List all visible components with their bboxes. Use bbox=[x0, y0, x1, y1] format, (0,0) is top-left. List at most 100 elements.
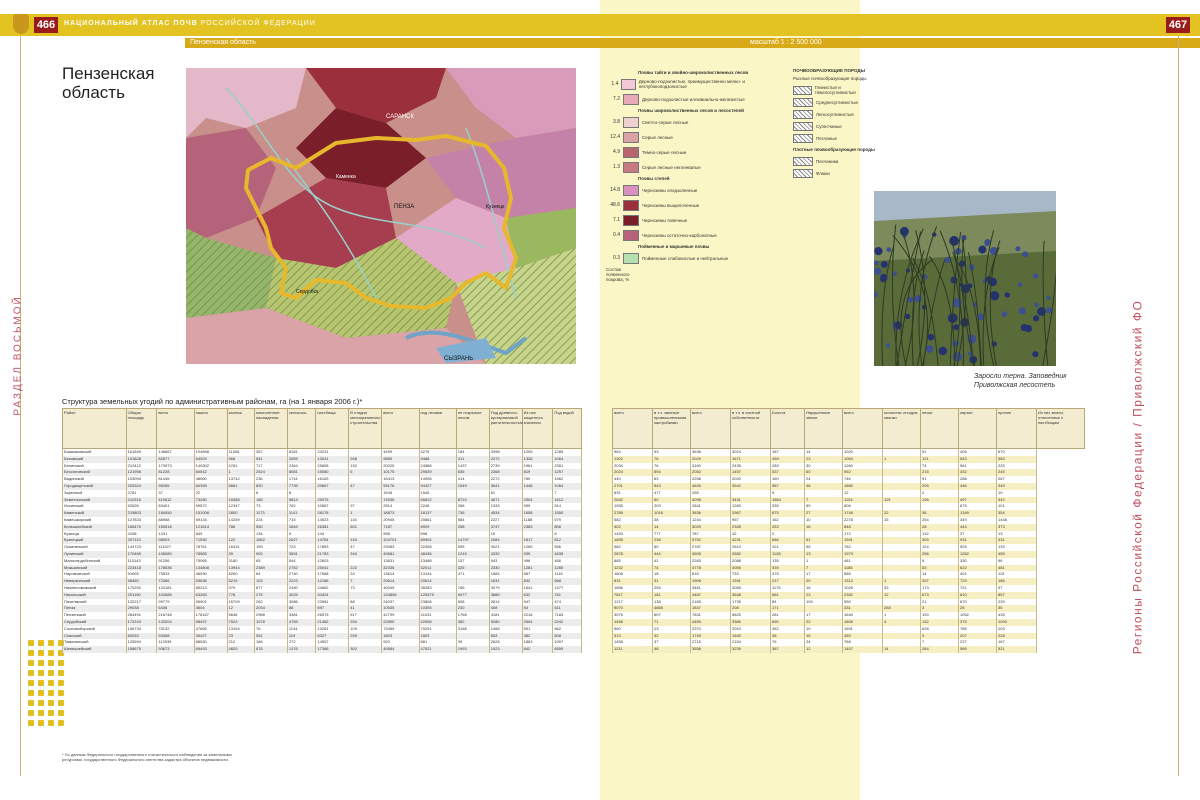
table-cell: 746 bbox=[842, 476, 883, 483]
table-cell: 124181 bbox=[156, 584, 195, 592]
table-cell: 5661 bbox=[226, 482, 255, 490]
table-cell: 207113 bbox=[125, 537, 158, 545]
table-cell: 75533 bbox=[156, 571, 195, 579]
table-cell: 3 bbox=[920, 632, 959, 640]
legend-swatch bbox=[623, 131, 639, 143]
table-cell: 411 bbox=[455, 455, 490, 463]
table-cell: 444 bbox=[958, 523, 997, 531]
table-cell: 12186 bbox=[315, 578, 350, 585]
table-cell: 42799 bbox=[381, 612, 420, 619]
table-cell: 1188 bbox=[521, 516, 554, 524]
table-cell: 2787 bbox=[690, 544, 731, 551]
table-cell: 2389 bbox=[253, 564, 288, 572]
table-cell: 173 bbox=[920, 584, 959, 592]
table-row: 2034 76 3160 2435 289 30 1260 74 961 225 bbox=[612, 462, 1085, 470]
table-cell: 13261 bbox=[315, 625, 350, 633]
table-cell: 47665 bbox=[193, 625, 228, 633]
table-cell: 224 bbox=[253, 516, 288, 524]
table-cell: 4055 bbox=[730, 564, 771, 572]
table-cell: 1453 bbox=[612, 530, 653, 538]
district-name: Лунинский bbox=[62, 550, 127, 558]
table-cell: 1746 bbox=[842, 510, 883, 517]
soil-legend: Почвы тайги и хвойно-широколиственных ле… bbox=[606, 68, 776, 282]
table-cell bbox=[882, 503, 921, 511]
table-cell: 230 bbox=[455, 605, 490, 613]
table-cell: 134808 bbox=[193, 564, 228, 572]
table-cell: 225 bbox=[996, 462, 1037, 470]
table-cell: 1973 bbox=[842, 550, 883, 558]
table-cell: 172243 bbox=[125, 618, 158, 626]
table-cell: 133 bbox=[996, 544, 1037, 551]
table-cell: 6 bbox=[348, 469, 383, 477]
table-cell: 21 bbox=[920, 598, 959, 606]
table-cell: 284 bbox=[920, 646, 959, 653]
region-label: Пензенская область bbox=[190, 39, 256, 46]
table-cell: 110143 bbox=[125, 557, 158, 565]
table-cell: 1016 bbox=[652, 510, 691, 517]
table-cell: 97 bbox=[348, 503, 383, 511]
table-cell: 36 bbox=[920, 510, 959, 517]
table-cell: 23083 bbox=[381, 544, 420, 551]
table-row: 1217 138 2165 1735 84 109 950 21 670 239 bbox=[612, 598, 1085, 606]
table-cell: 562 bbox=[552, 625, 582, 633]
table-cell: 13 bbox=[996, 530, 1037, 538]
table-cell: 101 bbox=[996, 503, 1037, 511]
table-cell: 28178 bbox=[315, 510, 350, 517]
table-cell: 2330 bbox=[488, 564, 523, 572]
table-cell: 1020 bbox=[842, 448, 883, 456]
table-row: 2878 444 3605 2682 1128 13 1973 256 1262 455 bbox=[612, 550, 1085, 558]
table-cell: 37 bbox=[156, 489, 195, 497]
table-cell: 1545 bbox=[418, 489, 457, 497]
map-city-kuznetsk: Кузнецк bbox=[486, 204, 505, 210]
legend-value: 4.9 bbox=[613, 149, 620, 155]
table-header: всего bbox=[842, 408, 883, 449]
table-cell: 10 bbox=[996, 489, 1037, 497]
table-cell: 16163 bbox=[315, 476, 350, 483]
table-cell: 6436 bbox=[156, 605, 195, 613]
table-cell: 6929 bbox=[418, 523, 457, 531]
table-cell bbox=[315, 489, 350, 497]
page-title: Пензенская область bbox=[62, 64, 155, 102]
table-cell: 125379 bbox=[418, 591, 457, 599]
table-cell: 3168 bbox=[455, 625, 490, 633]
legend-swatch bbox=[623, 116, 639, 128]
table-cell: 73280 bbox=[193, 496, 228, 504]
table-cell: 1260 bbox=[842, 462, 883, 470]
table-cell: 2088 bbox=[730, 557, 771, 565]
table-cell: 1281 bbox=[521, 564, 554, 572]
table-cell: 1064 bbox=[552, 482, 582, 490]
table-cell: 1205 bbox=[521, 448, 554, 456]
parent-rock-subheading: Рыхлые почвообразующие породы bbox=[793, 76, 867, 81]
table-cell: 496 bbox=[521, 557, 554, 565]
table-cell: 13144 bbox=[418, 571, 457, 579]
table-cell: 1847 bbox=[690, 605, 731, 613]
table-cell: 60395 bbox=[193, 482, 228, 490]
table-cell: 76 bbox=[770, 639, 805, 647]
table-cell: 60 bbox=[652, 496, 691, 504]
table-cell: 475 bbox=[770, 571, 805, 579]
table-cell: 70291 bbox=[418, 625, 457, 633]
table-cell: 1377 bbox=[552, 584, 582, 592]
table-cell: 65812 bbox=[418, 496, 457, 504]
table-cell: 673 bbox=[920, 591, 959, 599]
table-row: 1232 74 4778 4055 539 7 1186 83 622 481 bbox=[612, 564, 1085, 572]
table-cell: 875 bbox=[770, 510, 805, 517]
table-cell: 2504 bbox=[521, 618, 554, 626]
table-cell: 459 bbox=[842, 632, 883, 640]
table-cell: 38 bbox=[770, 632, 805, 640]
table-cell: 16 bbox=[804, 632, 843, 640]
district-name: Малосердобинский bbox=[62, 557, 127, 565]
table-cell: 228 bbox=[996, 632, 1037, 640]
table-cell: 560 bbox=[612, 625, 653, 633]
table-cell: 23 bbox=[226, 632, 255, 640]
legend-value: 0.4 bbox=[613, 232, 620, 238]
table-cell: 76 bbox=[652, 462, 691, 470]
table-cell: 48060 bbox=[193, 476, 228, 483]
table-row: Сосновоборский 156734 75132 47665 13194 76 113… bbox=[62, 625, 582, 633]
table-cell bbox=[882, 448, 921, 456]
table-cell: 1175 bbox=[770, 584, 805, 592]
district-name: Пенза bbox=[62, 605, 127, 613]
table-cell: 642 bbox=[521, 646, 554, 653]
side-label-right-text: Регионы Российской Федерации / Приволжск… bbox=[1130, 299, 1145, 655]
table-cell: 4025 bbox=[286, 591, 317, 599]
